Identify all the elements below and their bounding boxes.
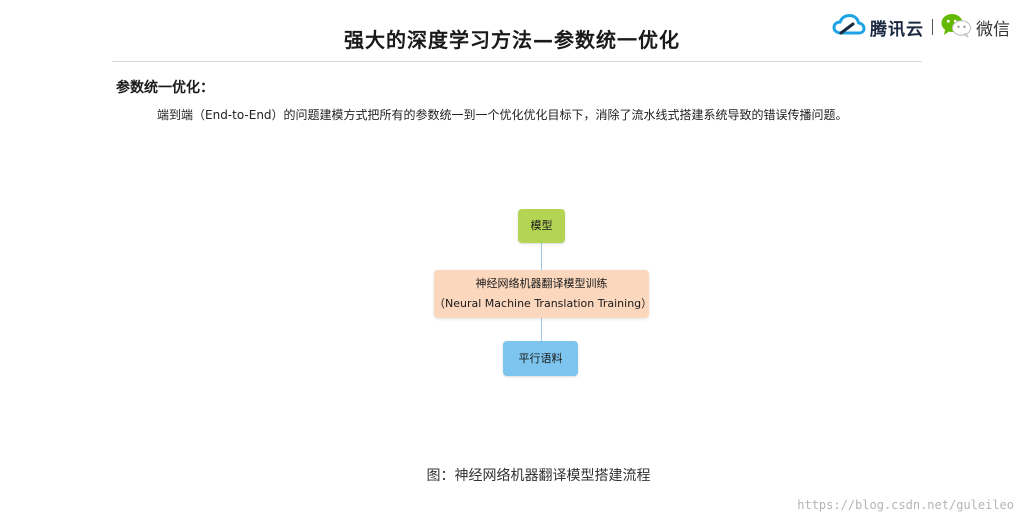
- node-nmt-training-label-en: （Neural Machine Translation Training）: [434, 297, 653, 310]
- flow-diagram: 模型 神经网络机器翻译模型训练 （Neural Machine Translat…: [0, 0, 1024, 521]
- figure-caption: 图：神经网络机器翻译模型搭建流程: [426, 468, 651, 484]
- node-parallel-corpus: 平行语料: [503, 341, 578, 376]
- node-model: 模型: [518, 209, 565, 243]
- node-parallel-corpus-label: 平行语料: [518, 351, 563, 365]
- connector-training-to-corpus: [541, 318, 542, 341]
- source-watermark: https://blog.csdn.net/guleileo: [797, 498, 1014, 512]
- node-model-label: 模型: [530, 219, 553, 233]
- connector-model-to-training: [541, 243, 542, 270]
- node-nmt-training-label-zh: 神经网络机器翻译模型训练: [475, 277, 608, 291]
- node-nmt-training: 神经网络机器翻译模型训练 （Neural Machine Translation…: [434, 270, 653, 318]
